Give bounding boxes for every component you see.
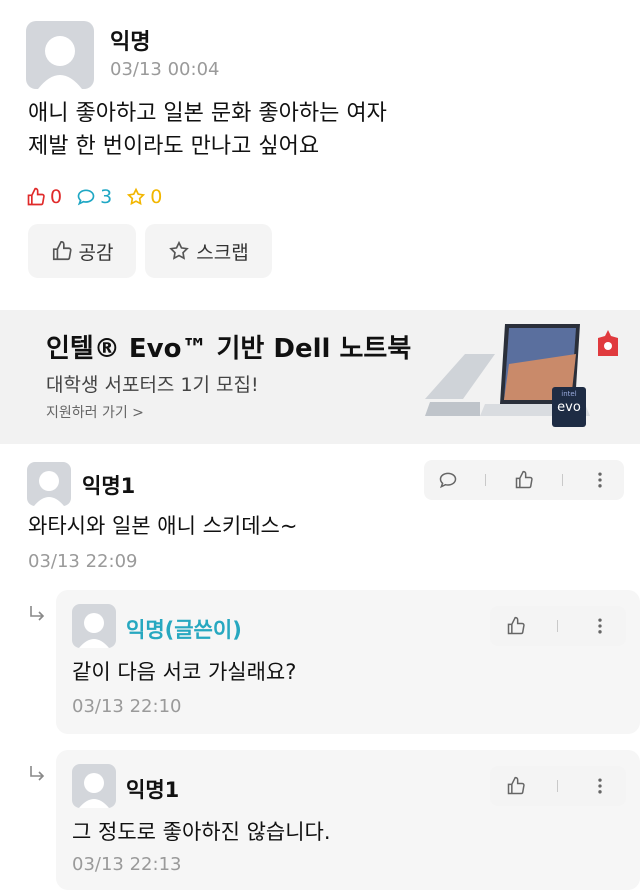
star-icon [127,187,146,206]
comment-count-value: 3 [100,186,113,208]
like-button-label: 공감 [78,241,114,264]
reply-timestamp: 03/13 22:10 [72,696,182,717]
toolbar-divider [557,780,559,792]
speech-bubble-icon [77,189,95,206]
thumbs-up-icon[interactable] [514,470,534,490]
like-count: 0 [26,186,62,208]
ad-link[interactable]: 지원하러 가기 > [46,402,144,422]
ad-banner[interactable]: 인텔® Evo™ 기반 Dell 노트북 대학생 서포터즈 1기 모집! 지원하… [0,310,640,444]
post-body: 애니 좋아하고 일본 문화 좋아하는 여자 제발 한 번이라도 만나고 싶어요 [28,97,387,163]
more-vertical-icon[interactable] [590,470,610,490]
reply-card: 익명1 그 정도로 좋아하진 않습니다. 03/13 22:13 [56,750,640,890]
reply-arrow-icon [30,766,45,781]
comment-toolbar [424,460,624,500]
like-button[interactable]: 공감 [28,224,136,278]
post-body-line: 제발 한 번이라도 만나고 싶어요 [28,134,320,159]
comment-text: 와타시와 일본 애니 스키데스~ [28,514,298,538]
reply-text: 같이 다음 서코 가실래요? [72,660,297,684]
ad-title: 인텔® Evo™ 기반 Dell 노트북 [46,334,412,364]
thumbs-up-icon[interactable] [506,616,526,636]
toolbar-divider [561,474,563,486]
thumbs-up-icon [27,187,45,206]
reply-toolbar [490,606,626,646]
reply-author-name: 익명(글쓴이) [126,618,242,642]
evo-badge: intel evo [552,387,586,427]
reply-toolbar [490,766,626,806]
speech-bubble-icon[interactable] [438,470,458,490]
star-icon [169,240,190,260]
ad-subtitle: 대학생 서포터즈 1기 모집! [46,374,259,396]
reply-author-name: 익명1 [126,778,180,802]
like-count-value: 0 [50,186,63,208]
post-author-name: 익명 [110,30,151,55]
thumbs-up-icon [52,241,72,261]
scrap-count: 0 [126,186,162,208]
reply-text: 그 정도로 좋아하진 않습니다. [72,820,331,844]
reply-timestamp: 03/13 22:13 [72,854,182,875]
comment-author-name: 익명1 [82,474,136,498]
reply-card: 익명(글쓴이) 같이 다음 서코 가실래요? 03/13 22:10 [56,590,640,734]
toolbar-divider [485,474,487,486]
post-body-line: 애니 좋아하고 일본 문화 좋아하는 여자 [28,101,387,126]
evo-badge-text: evo [557,400,581,415]
post-timestamp: 03/13 00:04 [110,59,220,80]
post-author-avatar [26,21,94,89]
scrap-button[interactable]: 스크랩 [145,224,272,278]
comment-author-avatar [27,462,71,506]
reply-author-avatar [72,764,116,808]
post-stats: 0 3 0 [26,186,176,208]
scrap-button-label: 스크랩 [196,241,249,264]
comment-count: 3 [76,186,112,208]
reply-arrow-icon [30,606,45,621]
comment-timestamp: 03/13 22:09 [28,551,138,572]
ad-logo-icon [598,330,618,356]
reply-author-avatar [72,604,116,648]
toolbar-divider [557,620,559,632]
more-vertical-icon[interactable] [590,776,610,796]
more-vertical-icon[interactable] [590,616,610,636]
thumbs-up-icon[interactable] [506,776,526,796]
evo-badge-brand: intel [561,390,577,398]
scrap-count-value: 0 [150,186,163,208]
